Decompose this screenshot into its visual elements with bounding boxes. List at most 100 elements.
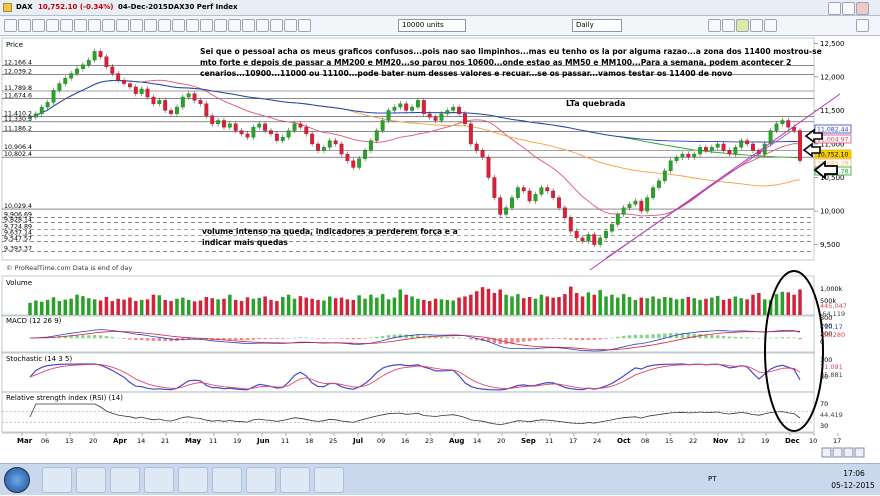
macd-hist-84: [522, 338, 526, 342]
maximize-icon[interactable]: [842, 2, 855, 15]
macd-hist-34: [228, 338, 232, 340]
close-icon[interactable]: [856, 2, 869, 15]
paint-icon[interactable]: [314, 467, 344, 493]
volume-bar-27: [187, 300, 191, 315]
candle-body-32: [216, 120, 220, 123]
units-select[interactable]: 10000 units: [398, 19, 466, 32]
candle-body-117: [716, 144, 720, 147]
candle-body-92: [569, 218, 573, 231]
fibonacci-icon[interactable]: [74, 19, 87, 32]
volume-bar-52: [334, 298, 338, 315]
minimize-icon[interactable]: [828, 2, 841, 15]
line-chart-icon[interactable]: [708, 19, 721, 32]
candle-body-6: [64, 78, 68, 83]
candle-body-11: [93, 51, 97, 60]
scroll-left-icon[interactable]: [822, 448, 831, 457]
volume-bar-125: [763, 299, 767, 315]
volume-bar-111: [681, 299, 685, 315]
start-button[interactable]: [4, 467, 30, 493]
volume-bar-95: [587, 292, 591, 315]
screenshot-icon[interactable]: [270, 19, 283, 32]
macd-hist-16: [122, 338, 126, 339]
volume-bar-33: [222, 299, 226, 315]
cursor-icon[interactable]: [4, 19, 17, 32]
template-icon[interactable]: [256, 19, 269, 32]
more-icon[interactable]: [764, 19, 777, 32]
mcafee-icon[interactable]: [246, 467, 276, 493]
volume-bar-117: [716, 296, 720, 315]
rsi-badge-0: 44.419: [820, 411, 843, 419]
volume-bar-77: [481, 287, 485, 315]
panel-close-area: [856, 19, 870, 32]
ellipse-icon[interactable]: [130, 19, 143, 32]
candle-body-31: [210, 116, 214, 124]
color-icon[interactable]: [172, 19, 185, 32]
volume-bar-84: [522, 298, 526, 315]
macd-hist-129: [786, 337, 790, 338]
crosshair-icon[interactable]: [18, 19, 31, 32]
candle-body-99: [610, 224, 614, 231]
candle-body-89: [551, 191, 555, 198]
candle-body-76: [475, 144, 479, 151]
macd-hist-94: [581, 338, 585, 340]
app-icon[interactable]: [178, 467, 208, 493]
candle-body-90: [557, 198, 561, 208]
delete-icon[interactable]: [186, 19, 199, 32]
arrow-tool-icon[interactable]: [102, 19, 115, 32]
explorer-icon[interactable]: [42, 467, 72, 493]
zoom-in-icon[interactable]: [144, 19, 157, 32]
volume-bar-42: [275, 301, 279, 315]
candle-body-110: [675, 157, 679, 160]
word-icon[interactable]: [212, 467, 242, 493]
macd-badge-1: -38,280: [820, 331, 845, 339]
volume-bar-18: [134, 301, 138, 315]
zoom-reset-icon[interactable]: [844, 448, 853, 457]
macd-hist-56: [357, 338, 361, 339]
panel-close-icon[interactable]: [856, 19, 869, 32]
candle-body-13: [105, 57, 109, 67]
magnet-icon[interactable]: [200, 19, 213, 32]
trendline-icon[interactable]: [32, 19, 45, 32]
layout-menu-icon[interactable]: [750, 19, 763, 32]
candle-body-42: [275, 134, 279, 141]
settings-icon[interactable]: [228, 19, 241, 32]
fit-icon[interactable]: [855, 448, 864, 457]
channel-icon[interactable]: [60, 19, 73, 32]
macd-hist-102: [628, 335, 632, 338]
chart-area[interactable]: 12,166.412,039.211,789.811,674.611,410.2…: [0, 36, 880, 463]
volume-bar-24: [169, 301, 173, 315]
x-tick-label-32: Dec: [785, 437, 800, 445]
alert-icon[interactable]: [214, 19, 227, 32]
macd-hist-49: [316, 338, 320, 339]
indicators-icon[interactable]: [242, 19, 255, 32]
symbol-label: DAX: [16, 3, 33, 11]
candle-chart-icon[interactable]: [736, 19, 749, 32]
zoom-out-icon[interactable]: [158, 19, 171, 32]
macd-hist-58: [369, 338, 373, 339]
hline-icon[interactable]: [46, 19, 59, 32]
prorealtime-icon[interactable]: [280, 467, 310, 493]
print-icon[interactable]: [284, 19, 297, 32]
firefox-icon[interactable]: [144, 467, 174, 493]
period-select[interactable]: Daily: [572, 19, 622, 32]
x-tick-label-31: 19: [761, 437, 769, 445]
volume-bar-28: [193, 301, 197, 315]
language-indicator[interactable]: PT: [708, 475, 717, 483]
media-icon[interactable]: [76, 467, 106, 493]
volume-bar-93: [575, 293, 579, 315]
layout-icon[interactable]: [298, 19, 311, 32]
rectangle-icon[interactable]: [116, 19, 129, 32]
scroll-right-icon[interactable]: [833, 448, 842, 457]
bar-chart-icon[interactable]: [722, 19, 735, 32]
chrome-icon[interactable]: [110, 467, 140, 493]
candle-body-9: [81, 65, 85, 69]
text-tool-icon[interactable]: [88, 19, 101, 32]
macd-hist-38: [252, 338, 256, 340]
rsi-tick-0: 70: [820, 400, 828, 408]
x-tick-label-4: Apr: [113, 437, 127, 445]
macd-hist-71: [446, 337, 450, 338]
candle-body-23: [163, 100, 167, 110]
x-tick-label-16: 16: [401, 437, 409, 445]
volume-bar-99: [610, 295, 614, 315]
volume-bar-110: [675, 299, 679, 315]
